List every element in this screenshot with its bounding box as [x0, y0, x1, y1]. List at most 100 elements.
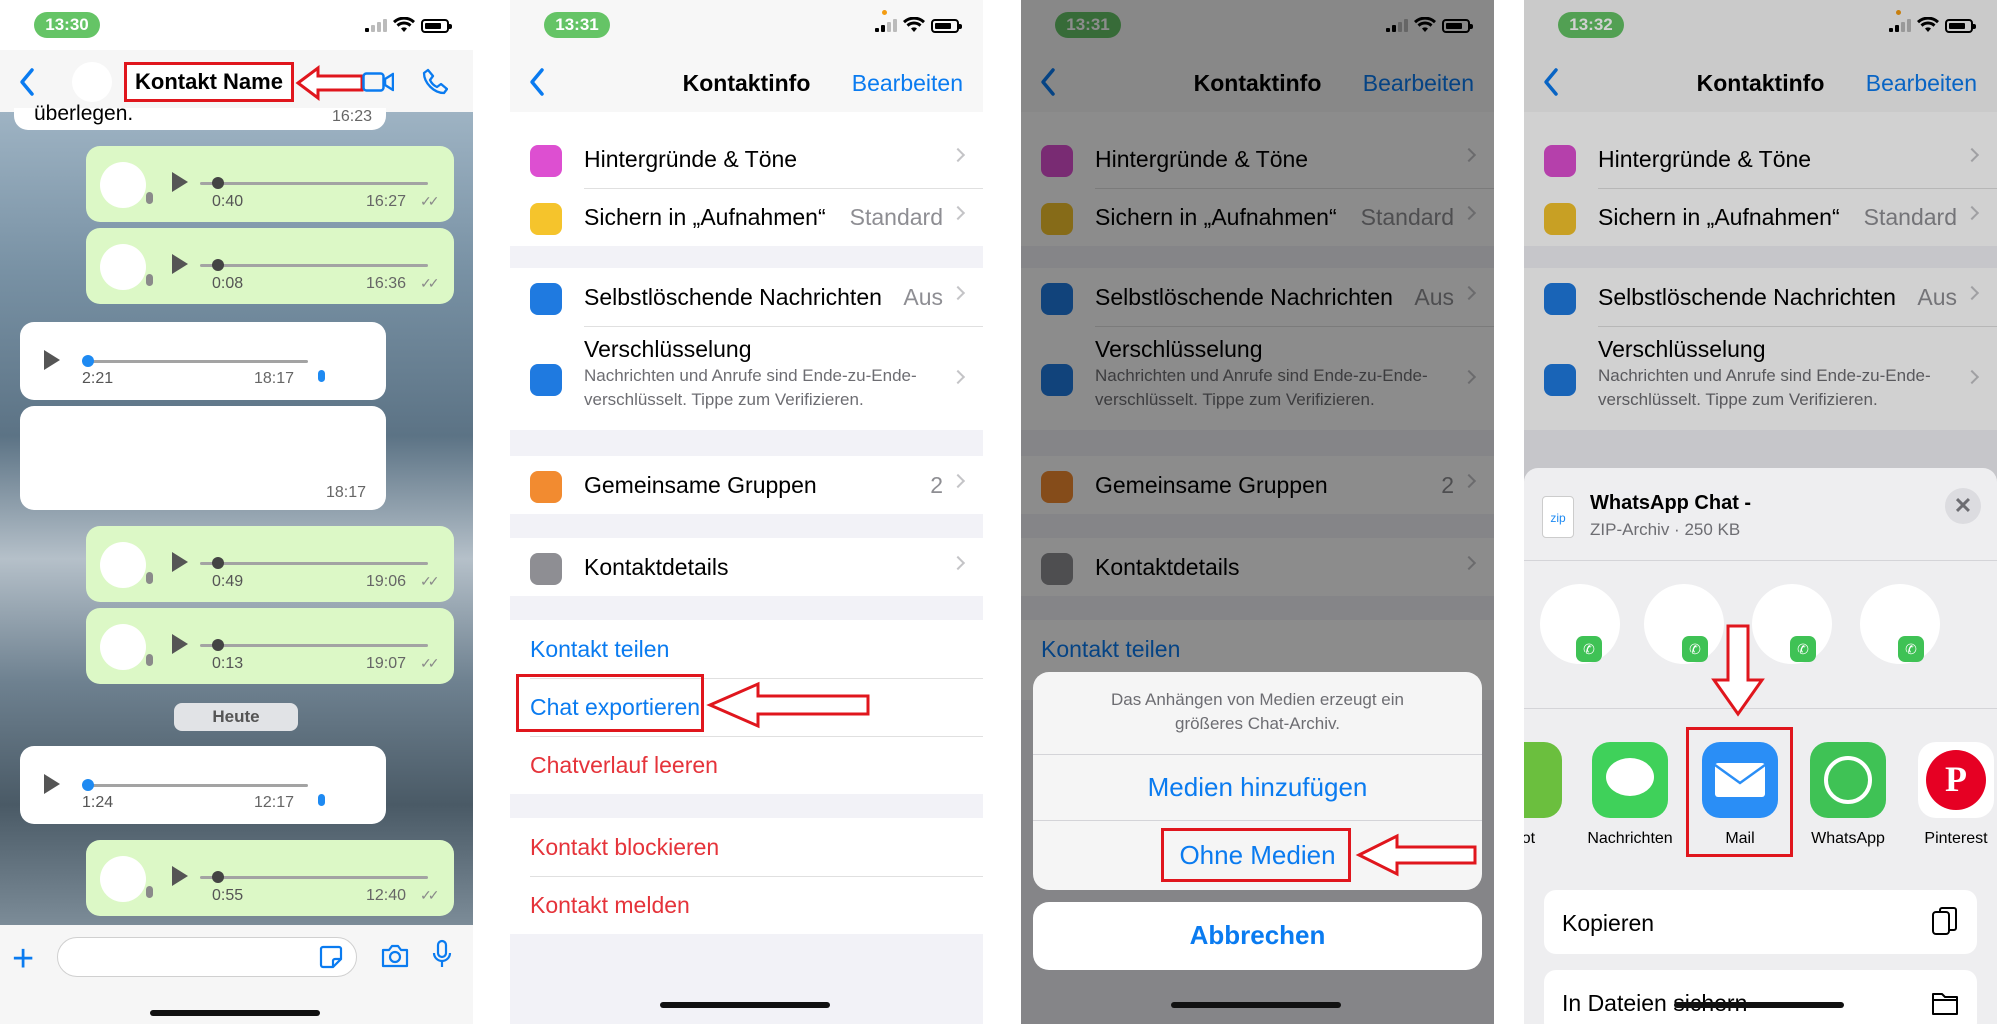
- back-chevron-icon[interactable]: [14, 64, 42, 100]
- contact-avatar[interactable]: [72, 62, 112, 102]
- divider: [530, 678, 983, 679]
- audio-knob[interactable]: [82, 355, 94, 367]
- voice-duration: 1:24: [82, 794, 114, 811]
- read-ticks-icon: ✓✓: [420, 193, 440, 209]
- audio-knob[interactable]: [212, 639, 224, 651]
- divider: [1033, 820, 1482, 821]
- divider: [530, 876, 983, 877]
- report-contact-button[interactable]: Kontakt melden: [530, 892, 690, 919]
- row-encryption[interactable]: Verschlüsselung Nachrichten und Anrufe s…: [510, 326, 983, 430]
- chevron-right-icon: [950, 285, 966, 301]
- microphone-icon[interactable]: [432, 939, 452, 971]
- read-ticks-icon: ✓✓: [420, 275, 440, 291]
- audio-knob[interactable]: [212, 557, 224, 569]
- message-bubble-in[interactable]: überlegen. 16:23: [14, 102, 386, 130]
- whatsapp-logo-icon: [1824, 756, 1872, 804]
- group-icon: [530, 471, 562, 503]
- privacy-dot: [882, 10, 887, 15]
- app-messages[interactable]: [1592, 742, 1668, 818]
- message-bubble-in[interactable]: 18:17: [20, 406, 386, 510]
- audio-track[interactable]: [88, 360, 308, 363]
- voice-message-out[interactable]: 0:40 16:27 ✓✓: [86, 146, 454, 222]
- play-icon[interactable]: [172, 866, 188, 886]
- voice-message-out[interactable]: 0:08 16:36 ✓✓: [86, 228, 454, 304]
- audio-track[interactable]: [88, 784, 308, 787]
- play-icon[interactable]: [172, 172, 188, 192]
- nav-bar: Kontaktinfo Bearbeiten: [510, 50, 983, 112]
- chevron-right-icon: [950, 147, 966, 163]
- video-icon[interactable]: [362, 70, 394, 94]
- play-icon[interactable]: [44, 774, 60, 794]
- voice-duration: 0:55: [212, 887, 244, 904]
- voice-duration: 0:49: [212, 573, 244, 590]
- audio-track[interactable]: [200, 644, 428, 647]
- status-time: 13:30: [34, 12, 100, 38]
- row-wallpaper[interactable]: Hintergründe & Töne: [510, 130, 983, 188]
- whatsapp-badge-icon: ✆: [1576, 636, 1602, 662]
- chevron-right-icon: [950, 473, 966, 489]
- audio-knob[interactable]: [212, 259, 224, 271]
- status-time: 13:31: [544, 12, 610, 38]
- status-bar: 13:30: [0, 0, 473, 50]
- play-icon[interactable]: [172, 254, 188, 274]
- app-pinterest[interactable]: P: [1918, 742, 1994, 818]
- audio-knob[interactable]: [212, 177, 224, 189]
- audio-knob[interactable]: [82, 779, 94, 791]
- contact-name[interactable]: Kontakt Name: [124, 62, 294, 102]
- voice-message-out[interactable]: 0:13 19:07 ✓✓: [86, 608, 454, 684]
- wifi-icon: [903, 17, 925, 32]
- voice-time: 18:17: [254, 370, 295, 387]
- play-icon[interactable]: [172, 552, 188, 572]
- voice-message-in[interactable]: 2:21 18:17: [20, 322, 386, 400]
- message-text: überlegen.: [34, 102, 134, 125]
- clear-chat-button[interactable]: Chatverlauf leeren: [530, 752, 718, 779]
- flower-icon: [530, 145, 562, 177]
- edit-button[interactable]: Bearbeiten: [852, 70, 963, 97]
- close-button[interactable]: ✕: [1945, 488, 1981, 524]
- action-sheet-message: Das Anhängen von Medien erzeugt ein größ…: [1111, 690, 1404, 733]
- file-title: WhatsApp Chat -: [1590, 492, 1752, 514]
- audio-track[interactable]: [200, 264, 428, 267]
- block-contact-button[interactable]: Kontakt blockieren: [530, 834, 719, 861]
- audio-track[interactable]: [200, 562, 428, 565]
- app-mail[interactable]: [1702, 742, 1778, 818]
- sticker-icon[interactable]: [318, 944, 344, 970]
- app-whatsapp[interactable]: [1810, 742, 1886, 818]
- app-label: Mail: [1725, 830, 1755, 847]
- voice-time: 12:40: [366, 887, 407, 904]
- row-contact-details[interactable]: Kontaktdetails: [510, 538, 983, 596]
- microphone-icon: [146, 654, 153, 666]
- lock-icon: [530, 364, 562, 396]
- voice-duration: 0:08: [212, 275, 244, 292]
- audio-track[interactable]: [200, 876, 428, 879]
- phone-icon[interactable]: [422, 68, 448, 96]
- option-save-files[interactable]: In Dateien sichern: [1544, 970, 1977, 1024]
- microphone-icon: [146, 886, 153, 898]
- row-label: Hintergründe & Töne: [584, 146, 798, 172]
- app-kik[interactable]: [1524, 742, 1562, 818]
- play-icon[interactable]: [172, 634, 188, 654]
- row-groups[interactable]: Gemeinsame Gruppen 2: [510, 456, 983, 514]
- audio-track[interactable]: [200, 182, 428, 185]
- date-separator: Heute: [174, 703, 298, 731]
- voice-message-out[interactable]: 0:55 12:40 ✓✓: [86, 840, 454, 916]
- whatsapp-badge-icon: ✆: [1898, 636, 1924, 662]
- cancel-button[interactable]: Abbrechen: [1033, 920, 1482, 951]
- export-chat-button[interactable]: Chat exportieren: [530, 694, 700, 721]
- add-media-button[interactable]: Medien hinzufügen: [1033, 772, 1482, 803]
- app-label: Nachrichten: [1587, 830, 1673, 847]
- share-contact-button[interactable]: Kontakt teilen: [530, 636, 669, 663]
- option-copy[interactable]: Kopieren: [1544, 890, 1977, 954]
- speech-bubble-icon: [1606, 758, 1654, 796]
- voice-duration: 0:40: [212, 193, 244, 210]
- voice-message-out[interactable]: 0:49 19:06 ✓✓: [86, 526, 454, 602]
- camera-icon[interactable]: [380, 943, 410, 969]
- audio-knob[interactable]: [212, 871, 224, 883]
- message-time: 18:17: [326, 484, 367, 501]
- voice-message-in[interactable]: 1:24 12:17: [20, 746, 386, 824]
- message-input[interactable]: [57, 937, 357, 977]
- row-disappearing[interactable]: Selbstlöschende Nachrichten Aus: [510, 268, 983, 326]
- plus-icon[interactable]: +: [12, 940, 34, 978]
- play-icon[interactable]: [44, 350, 60, 370]
- row-save-photos[interactable]: Sichern in „Aufnahmen“ Standard: [510, 188, 983, 246]
